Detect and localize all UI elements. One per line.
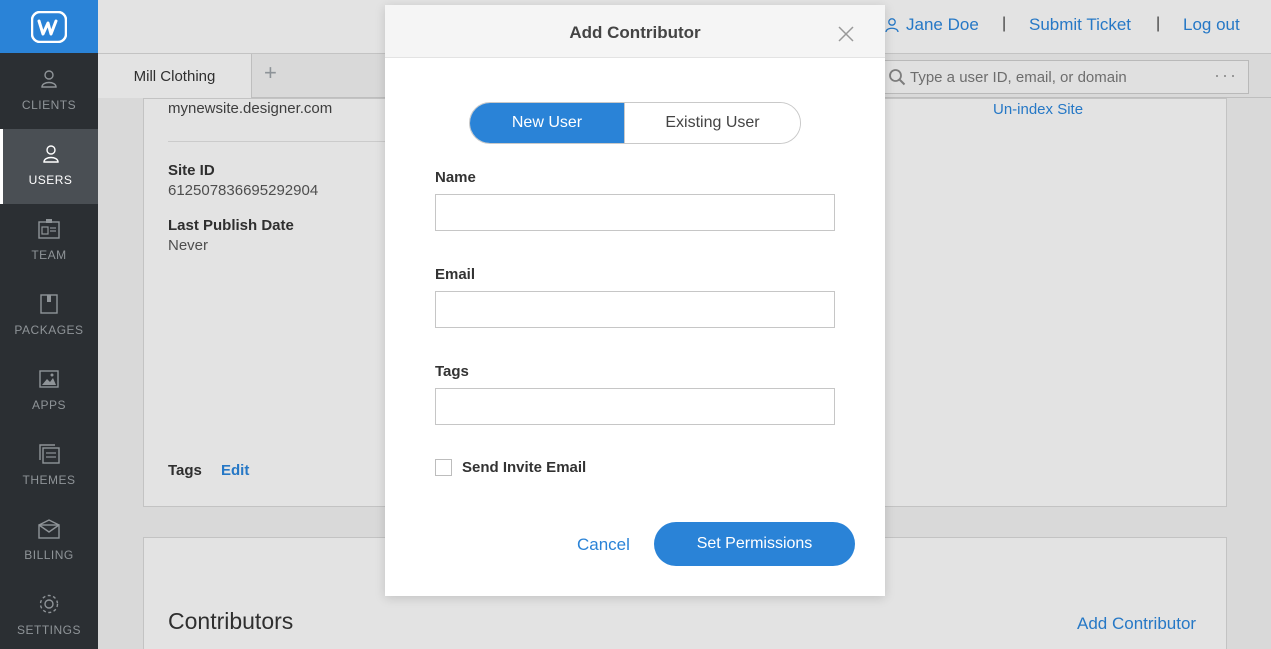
sidebar-item-label: THEMES	[22, 473, 76, 487]
user-type-toggle: New User Existing User	[469, 102, 801, 144]
sidebar-item-label: USERS	[28, 173, 73, 187]
sidebar-item-label: BILLING	[24, 548, 74, 562]
sidebar-item-themes[interactable]: THEMES	[0, 429, 98, 504]
tags-field-label: Tags	[435, 363, 469, 380]
tags-field[interactable]	[435, 388, 835, 425]
email-field[interactable]	[435, 291, 835, 328]
sidebar-item-packages[interactable]: PACKAGES	[0, 279, 98, 354]
modal-title: Add Contributor	[569, 23, 701, 42]
sidebar-item-settings[interactable]: SETTINGS	[0, 579, 98, 649]
sidebar-item-label: TEAM	[31, 248, 67, 262]
sidebar-item-apps[interactable]: APPS	[0, 354, 98, 429]
email-label: Email	[435, 266, 476, 283]
logo-icon	[31, 10, 67, 43]
person-icon	[38, 68, 60, 90]
gear-icon	[38, 593, 60, 615]
sidebar-item-label: SETTINGS	[16, 623, 81, 637]
sidebar-item-team[interactable]: TEAM	[0, 204, 98, 279]
add-contributor-modal: Add Contributor New User Existing User N…	[385, 5, 885, 596]
sidebar-item-label: APPS	[31, 398, 66, 412]
sidebar-item-clients[interactable]: CLIENTS	[0, 54, 98, 129]
id-card-icon	[38, 218, 60, 240]
image-icon	[38, 368, 60, 390]
name-label: Name	[435, 169, 476, 186]
set-permissions-button[interactable]: Set Permissions	[654, 522, 855, 566]
sidebar-item-label: CLIENTS	[21, 98, 77, 112]
existing-user-toggle[interactable]: Existing User	[624, 103, 800, 143]
sidebar-item-label: PACKAGES	[14, 323, 84, 337]
weebly-logo[interactable]	[0, 0, 98, 53]
send-invite-checkbox[interactable]	[435, 459, 452, 476]
stack-icon	[38, 443, 60, 465]
envelope-icon	[38, 518, 60, 540]
modal-header: Add Contributor	[385, 5, 885, 58]
cancel-button[interactable]: Cancel	[577, 535, 630, 555]
send-invite-label: Send Invite Email	[462, 459, 587, 476]
close-icon[interactable]	[837, 25, 855, 43]
person-icon	[40, 143, 62, 165]
new-user-toggle[interactable]: New User	[470, 103, 624, 143]
box-icon	[38, 293, 60, 315]
sidebar-item-billing[interactable]: BILLING	[0, 504, 98, 579]
sidebar: CLIENTS USERS TEAM PACKAGES APPS THEMES	[0, 0, 98, 649]
sidebar-item-users[interactable]: USERS	[0, 129, 98, 204]
name-field[interactable]	[435, 194, 835, 231]
